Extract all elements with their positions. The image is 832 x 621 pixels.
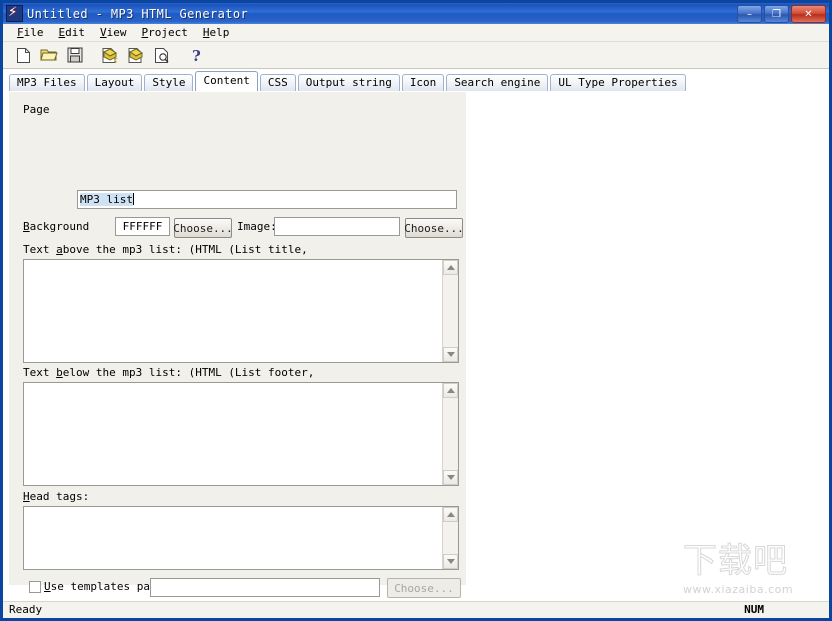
menu-item-edit[interactable]: Edit xyxy=(52,25,94,40)
site-watermark: 下载吧 www.xiazaiba.com xyxy=(681,544,813,596)
menu-project-label: roject xyxy=(148,26,188,39)
tab-mp3-files[interactable]: MP3 Files xyxy=(9,74,85,91)
background-choose-button[interactable]: Choose... xyxy=(174,218,232,238)
scroll-down-icon-3[interactable] xyxy=(443,554,458,569)
tab-ul-type-properties[interactable]: UL Type Properties xyxy=(550,74,685,91)
title-bar: ⚡ Untitled - MP3 HTML Generator – ❐ ✕ xyxy=(3,3,829,24)
image-choose-button[interactable]: Choose... xyxy=(405,218,463,238)
open-folder-icon[interactable] xyxy=(37,44,61,66)
page-row: Page xyxy=(23,103,75,116)
image-label-row: Image: xyxy=(237,220,277,233)
toolbar: ? xyxy=(3,42,829,69)
text-above-label-row: Text above the mp3 list: (HTML (List tit… xyxy=(23,243,308,256)
page-label: Page xyxy=(23,103,75,116)
close-button[interactable]: ✕ xyxy=(791,5,826,23)
tab-icon[interactable]: Icon xyxy=(402,74,445,91)
scroll-down-icon[interactable] xyxy=(443,347,458,362)
background-label: Background xyxy=(23,220,89,233)
page-input[interactable]: MP3 list xyxy=(77,190,457,209)
menu-item-file[interactable]: File xyxy=(10,25,52,40)
text-caret xyxy=(133,193,134,205)
client-area: MP3 Files Layout Style Content CSS Outpu… xyxy=(3,69,829,600)
tab-strip: MP3 Files Layout Style Content CSS Outpu… xyxy=(9,72,829,91)
application-window: ⚡ Untitled - MP3 HTML Generator – ❐ ✕ Fi… xyxy=(0,0,832,621)
text-below-label: Text below the mp3 list: (HTML (List foo… xyxy=(23,366,314,379)
tab-layout[interactable]: Layout xyxy=(87,74,143,91)
watermark-url: www.xiazaiba.com xyxy=(683,583,793,596)
status-message: Ready xyxy=(9,603,42,616)
text-above-label: Text above the mp3 list: (HTML (List tit… xyxy=(23,243,308,256)
status-bar: Ready NUM xyxy=(3,600,829,618)
use-templates-label: Use templates pag xyxy=(44,580,157,593)
tab-output-string[interactable]: Output string xyxy=(298,74,400,91)
text-above-scrollbar[interactable] xyxy=(442,260,458,362)
close-icon: ✕ xyxy=(804,10,812,19)
head-tags-label-row: Head tags: xyxy=(23,490,89,503)
page-input-value: MP3 list xyxy=(80,193,133,206)
generate-all-icon[interactable] xyxy=(124,44,148,66)
generate-html-icon[interactable] xyxy=(98,44,122,66)
tab-style[interactable]: Style xyxy=(144,74,193,91)
restore-icon: ❐ xyxy=(772,10,781,19)
background-color-input[interactable]: FFFFFF xyxy=(115,217,170,236)
menu-view-label: iew xyxy=(107,26,127,39)
minimize-icon: – xyxy=(747,10,752,19)
scroll-up-icon-2[interactable] xyxy=(443,383,458,398)
window-controls: – ❐ ✕ xyxy=(737,5,826,23)
minimize-button[interactable]: – xyxy=(737,5,762,23)
restore-button[interactable]: ❐ xyxy=(764,5,789,23)
save-disk-icon[interactable] xyxy=(63,44,87,66)
image-input[interactable] xyxy=(274,217,400,236)
menu-item-view[interactable]: View xyxy=(93,25,135,40)
tab-content[interactable]: Content xyxy=(195,71,257,91)
scroll-down-icon-2[interactable] xyxy=(443,470,458,485)
preview-page-icon[interactable] xyxy=(150,44,174,66)
scroll-up-icon-3[interactable] xyxy=(443,507,458,522)
window-title: Untitled - MP3 HTML Generator xyxy=(27,7,248,21)
menu-help-label: elp xyxy=(210,26,230,39)
templates-path-input[interactable] xyxy=(150,578,380,597)
menu-item-project[interactable]: Project xyxy=(135,25,196,40)
use-templates-row[interactable]: Use templates pag xyxy=(29,580,157,593)
head-tags-textarea[interactable] xyxy=(23,506,459,570)
menu-file-label: ile xyxy=(24,26,44,39)
help-question-icon[interactable]: ? xyxy=(185,44,209,66)
content-tab-panel: Page MP3 list Background FFFFFF Choose..… xyxy=(9,91,466,585)
text-above-textarea[interactable] xyxy=(23,259,459,363)
image-label: Image: xyxy=(237,220,277,233)
app-bolt-icon: ⚡ xyxy=(6,5,23,22)
new-file-icon[interactable] xyxy=(11,44,35,66)
templates-choose-button: Choose... xyxy=(387,578,461,598)
use-templates-checkbox[interactable] xyxy=(29,581,41,593)
scroll-up-icon[interactable] xyxy=(443,260,458,275)
text-below-label-row: Text below the mp3 list: (HTML (List foo… xyxy=(23,366,314,379)
background-row: Background xyxy=(23,220,89,233)
tab-css[interactable]: CSS xyxy=(260,74,296,91)
head-tags-label: Head tags: xyxy=(23,490,89,503)
svg-text:?: ? xyxy=(192,47,201,64)
num-lock-indicator: NUM xyxy=(744,603,764,616)
menu-edit-label: dit xyxy=(65,26,85,39)
text-below-textarea[interactable] xyxy=(23,382,459,486)
menu-bar: File Edit View Project Help xyxy=(3,24,829,42)
tab-search-engine[interactable]: Search engine xyxy=(446,74,548,91)
watermark-logo: 下载吧 xyxy=(683,544,788,578)
head-tags-scrollbar[interactable] xyxy=(442,507,458,569)
menu-item-help[interactable]: Help xyxy=(196,25,238,40)
text-below-scrollbar[interactable] xyxy=(442,383,458,485)
